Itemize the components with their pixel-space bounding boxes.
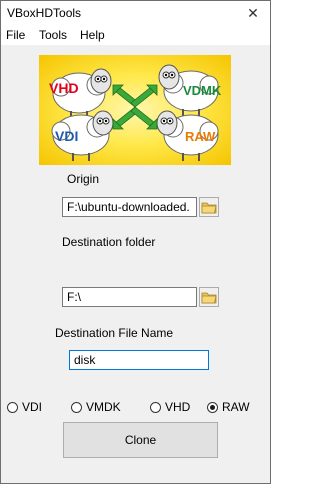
radio-circle-checked (207, 401, 218, 413)
destination-file-input[interactable]: disk (69, 350, 209, 370)
destination-folder-input[interactable]: F:\ (62, 287, 197, 307)
radio-label: RAW (222, 400, 250, 414)
destination-folder-browse-button[interactable] (199, 287, 219, 307)
menu-bar: File Tools Help (1, 25, 270, 45)
radio-label: VHD (165, 400, 191, 414)
radio-vhd[interactable]: VHD (150, 399, 190, 415)
banner-label-vhd: VHD (49, 80, 79, 96)
radio-vmdk[interactable]: VMDK (71, 399, 121, 415)
folder-icon (201, 292, 217, 304)
radio-vdi[interactable]: VDI (7, 399, 42, 415)
menu-help[interactable]: Help (80, 28, 105, 42)
menu-tools[interactable]: Tools (39, 28, 67, 42)
clone-button[interactable]: Clone (63, 422, 218, 458)
radio-raw[interactable]: RAW (207, 399, 250, 415)
sheep-banner-illustration: VHD VDMK VDI RAW (49, 64, 222, 161)
banner-image: VHD VDMK VDI RAW (39, 55, 231, 165)
banner-label-vdmk: VDMK (183, 83, 222, 98)
destination-file-label: Destination File Name (55, 326, 174, 340)
app-window: VBoxHDTools ✕ File Tools Help VHD VDMK V… (0, 0, 271, 484)
close-button[interactable]: ✕ (236, 1, 270, 25)
folder-icon (201, 202, 217, 214)
banner-label-vdi: VDI (55, 128, 78, 144)
origin-label: Origin (67, 172, 100, 186)
menu-file[interactable]: File (6, 28, 25, 42)
conversion-arrows-icon (112, 84, 158, 130)
banner-label-raw: RAW (185, 129, 216, 144)
window-title: VBoxHDTools (7, 6, 82, 20)
format-radio-group: VDI VMDK VHD RAW (1, 399, 270, 415)
radio-label: VDI (22, 400, 43, 414)
radio-circle (150, 401, 161, 413)
main-panel: VHD VDMK VDI RAW Origin F:\ubuntu-downlo… (1, 45, 270, 483)
title-bar: VBoxHDTools ✕ (1, 1, 270, 25)
radio-label: VMDK (86, 400, 121, 414)
radio-circle (7, 401, 18, 413)
origin-input[interactable]: F:\ubuntu-downloaded. (62, 197, 197, 217)
origin-browse-button[interactable] (199, 197, 219, 217)
radio-circle (71, 401, 82, 413)
destination-folder-label: Destination folder (62, 235, 156, 249)
